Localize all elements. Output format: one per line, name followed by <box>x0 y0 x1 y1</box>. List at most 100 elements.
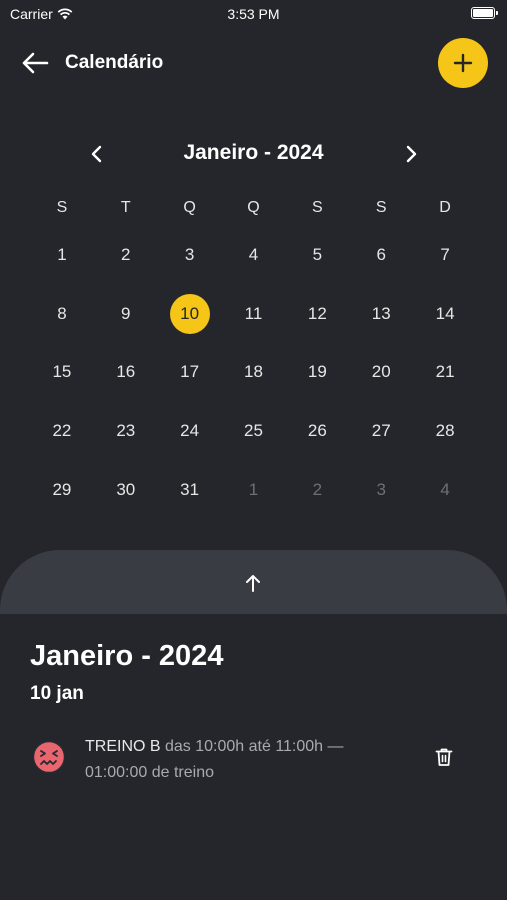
day-number: 18 <box>244 362 263 382</box>
calendar-day[interactable]: 24 <box>158 411 222 451</box>
day-number: 16 <box>116 362 136 382</box>
delete-event-button[interactable] <box>430 742 458 772</box>
calendar-day[interactable]: 13 <box>349 294 413 334</box>
calendar-day[interactable]: 26 <box>285 411 349 451</box>
calendar-day[interactable]: 9 <box>94 294 158 334</box>
calendar-day[interactable]: 3 <box>158 235 222 275</box>
expand-sheet-button[interactable] <box>238 568 268 598</box>
calendar-day[interactable]: 16 <box>94 352 158 392</box>
sheet-month-title: Janeiro - 2024 <box>30 640 224 672</box>
calendar-day[interactable]: 1 <box>30 235 94 275</box>
calendar-day[interactable]: 19 <box>285 352 349 392</box>
calendar-day[interactable]: 7 <box>413 235 477 275</box>
trash-icon <box>435 748 453 766</box>
day-number: 24 <box>180 421 200 441</box>
day-number: 27 <box>371 421 391 441</box>
calendar-day-next-month[interactable]: 3 <box>349 470 413 510</box>
day-number: 1 <box>57 245 67 265</box>
weekday-header-row: S T Q Q S S D <box>30 190 477 226</box>
event-description: TREINO B das 10:00h até 11:00h — 01:00:0… <box>85 734 385 786</box>
day-number: 20 <box>371 362 391 382</box>
add-button[interactable] <box>438 38 488 88</box>
day-number: 8 <box>57 303 67 323</box>
day-number: 9 <box>121 303 131 323</box>
day-number: 31 <box>180 479 200 499</box>
calendar-day[interactable]: 14 <box>413 294 477 334</box>
back-button[interactable] <box>18 48 52 78</box>
calendar-week-row: 1 2 3 4 5 6 7 <box>30 226 477 285</box>
calendar-day[interactable]: 12 <box>285 294 349 334</box>
page-title: Calendário <box>65 52 164 73</box>
calendar-day-next-month[interactable]: 4 <box>413 470 477 510</box>
day-number: 25 <box>244 421 263 441</box>
calendar-day-next-month[interactable]: 1 <box>222 470 286 510</box>
header: Calendário <box>0 36 507 90</box>
day-number: 17 <box>180 362 200 382</box>
day-number: 3 <box>376 479 386 499</box>
weekday-label: S <box>312 199 323 216</box>
calendar-day[interactable]: 25 <box>222 411 286 451</box>
calendar-day[interactable]: 22 <box>30 411 94 451</box>
calendar-day-selected[interactable]: 10 <box>158 293 222 334</box>
bottom-sheet-handle[interactable] <box>0 550 507 614</box>
day-number: 6 <box>376 245 386 265</box>
day-number: 29 <box>52 479 72 499</box>
calendar-day[interactable]: 17 <box>158 352 222 392</box>
calendar-day[interactable]: 29 <box>30 470 94 510</box>
calendar-day[interactable]: 5 <box>285 235 349 275</box>
weekday-label: Q <box>183 199 196 216</box>
day-number: 28 <box>435 421 455 441</box>
day-number: 14 <box>435 303 455 323</box>
calendar-day[interactable]: 30 <box>94 470 158 510</box>
weekday-label: S <box>56 199 68 216</box>
status-bar: Carrier 3:53 PM <box>0 0 507 28</box>
calendar-day[interactable]: 18 <box>222 352 286 392</box>
day-number: 4 <box>440 479 450 499</box>
calendar-day[interactable]: 2 <box>94 235 158 275</box>
day-number: 21 <box>435 362 455 382</box>
calendar-day[interactable]: 15 <box>30 352 94 392</box>
calendar-day[interactable]: 28 <box>413 411 477 451</box>
weekday-label: D <box>439 199 451 216</box>
calendar-week-row: 29 30 31 1 2 3 4 <box>30 460 477 519</box>
calendar-week-row: 15 16 17 18 19 20 21 <box>30 343 477 402</box>
day-number: 26 <box>307 421 327 441</box>
status-time: 3:53 PM <box>227 6 280 22</box>
month-title: Janeiro - 2024 <box>183 141 324 164</box>
day-number: 22 <box>52 421 72 441</box>
next-month-button[interactable] <box>397 140 425 168</box>
bottom-sheet: Janeiro - 2024 10 jan TREINO B das 10:00… <box>0 614 507 900</box>
day-number: 5 <box>312 245 323 265</box>
calendar-day[interactable]: 4 <box>222 235 286 275</box>
calendar-day[interactable]: 8 <box>30 294 94 334</box>
calendar-week-row: 22 23 24 25 26 27 28 <box>30 402 477 461</box>
month-navigation: Janeiro - 2024 <box>0 134 507 174</box>
day-number: 19 <box>307 362 327 382</box>
day-number: 12 <box>307 303 327 323</box>
calendar-day[interactable]: 6 <box>349 235 413 275</box>
day-number: 2 <box>121 245 131 265</box>
day-number: 13 <box>371 303 391 323</box>
day-number: 3 <box>184 245 195 265</box>
calendar-day[interactable]: 11 <box>222 294 286 334</box>
calendar-day[interactable]: 23 <box>94 411 158 451</box>
day-number: 1 <box>248 479 259 499</box>
day-number: 2 <box>312 479 323 499</box>
calendar-day[interactable]: 31 <box>158 470 222 510</box>
weekday-label: S <box>375 199 387 216</box>
calendar-day[interactable]: 20 <box>349 352 413 392</box>
day-number: 4 <box>248 245 259 265</box>
calendar-day-next-month[interactable]: 2 <box>285 470 349 510</box>
calendar-day[interactable]: 27 <box>349 411 413 451</box>
weekday-label: Q <box>247 199 260 216</box>
day-number: 23 <box>116 421 136 441</box>
calendar-day[interactable]: 21 <box>413 352 477 392</box>
event-item[interactable]: TREINO B das 10:00h até 11:00h — 01:00:0… <box>30 732 470 792</box>
sheet-date-label: 10 jan <box>30 683 84 704</box>
day-number: 11 <box>244 303 263 323</box>
day-number: 30 <box>116 479 136 499</box>
day-number: 10 <box>169 293 210 334</box>
arrow-up-icon <box>246 575 260 592</box>
chevron-right-icon <box>406 145 417 163</box>
day-number: 15 <box>52 362 72 382</box>
